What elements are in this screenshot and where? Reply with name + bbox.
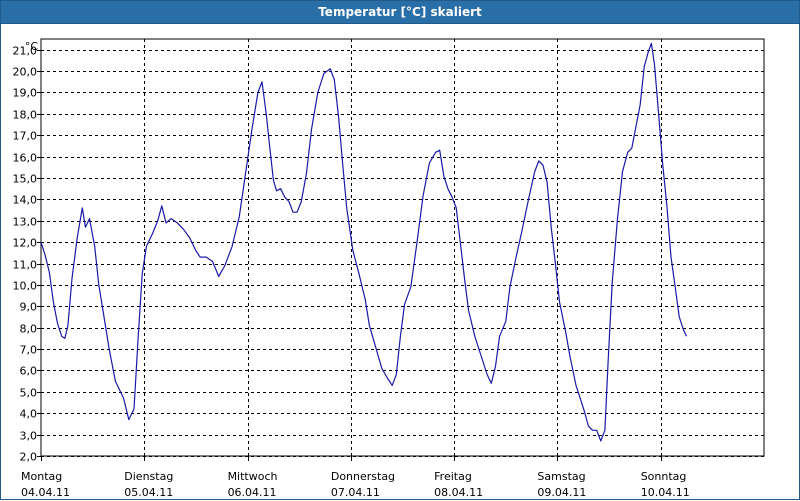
x-tick-date-label: 09.04.11 bbox=[537, 486, 586, 499]
y-tick-label: 2,0 bbox=[20, 451, 38, 464]
x-tick-date-label: 04.04.11 bbox=[21, 486, 70, 499]
x-tick-day-label: Sonntag bbox=[641, 470, 687, 483]
temperature-chart: 2,0 3,0 4,0 5,0 6,0 7,0 8,0 9,0 10,0 11,0 12,0 13,0… bbox=[13, 38, 765, 499]
x-tick-day-label: Samstag bbox=[537, 470, 585, 483]
y-tick-label: 14,0 bbox=[13, 194, 38, 207]
y-tick-label: 19,0 bbox=[13, 87, 38, 100]
y-tick-label: 15,0 bbox=[13, 173, 38, 186]
x-tick-day-label: Donnerstag bbox=[331, 470, 395, 483]
y-tick-label: 4,0 bbox=[20, 408, 38, 421]
y-tick-label: 17,0 bbox=[13, 130, 38, 143]
y-axis-unit-label: °C bbox=[25, 40, 39, 53]
x-tick-date-label: 07.04.11 bbox=[331, 486, 380, 499]
y-tick-label: 16,0 bbox=[13, 152, 38, 165]
y-tick-label: 10,0 bbox=[13, 280, 38, 293]
y-tick-label: 9,0 bbox=[20, 301, 38, 314]
x-tick-date-label: 06.04.11 bbox=[228, 486, 277, 499]
x-tick-date-label: 08.04.11 bbox=[434, 486, 483, 499]
x-tick-date-label: 10.04.11 bbox=[641, 486, 690, 499]
plot-area-frame bbox=[40, 38, 765, 457]
y-tick-label: 20,0 bbox=[13, 66, 38, 79]
y-tick-label: 5,0 bbox=[20, 387, 38, 400]
y-tick-label: 3,0 bbox=[20, 430, 38, 443]
x-tick-day-label: Montag bbox=[21, 470, 62, 483]
y-tick-label: 11,0 bbox=[13, 259, 38, 272]
x-tick-date-label: 05.04.11 bbox=[124, 486, 173, 499]
y-tick-label: 6,0 bbox=[20, 365, 38, 378]
x-tick-day-label: Mittwoch bbox=[228, 470, 278, 483]
x-tick-day-label: Freitag bbox=[434, 470, 472, 483]
y-tick-label: 7,0 bbox=[20, 344, 38, 357]
chart-window: Temperatur [°C] skaliert 2,0 3,0 4,0 5,0 6,0… bbox=[0, 0, 800, 500]
y-tick-label: 13,0 bbox=[13, 216, 38, 229]
y-tick-label: 8,0 bbox=[20, 323, 38, 336]
y-tick-label: 18,0 bbox=[13, 109, 38, 122]
y-tick-label: 12,0 bbox=[13, 237, 38, 250]
x-tick-day-label: Dienstag bbox=[124, 470, 173, 483]
